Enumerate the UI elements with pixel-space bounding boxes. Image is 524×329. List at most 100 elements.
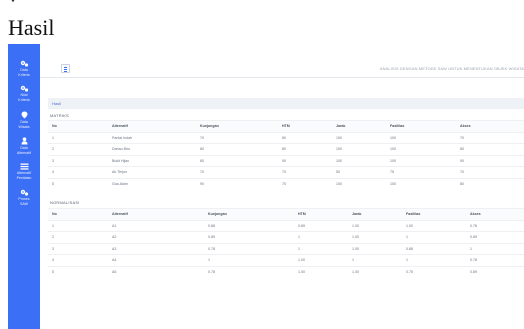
table-cell: 2 (48, 231, 108, 243)
breadcrumb: Hasil (48, 98, 524, 109)
table-cell: 1 (348, 254, 402, 266)
table-cell: 1 (204, 254, 294, 266)
table-cell: 1.00 (348, 231, 402, 243)
table-cell: 0.89 (466, 231, 524, 243)
sidebar-item-data-wisata[interactable]: Data Wisata (8, 111, 40, 129)
hamburger-line (64, 69, 67, 70)
column-header: No (48, 208, 108, 220)
table-cell: 1 (466, 242, 524, 255)
table-cell: 80 (196, 154, 278, 167)
table-row: 2 Danau Biru 80 80 100 100 80 (48, 143, 524, 155)
table-cell: 70 (456, 166, 524, 178)
sidebar-item-label: Kriteria (18, 73, 30, 78)
table-cell: 0.78 (466, 219, 524, 232)
table-cell: 100 (332, 177, 386, 190)
list-icon (20, 163, 28, 170)
table-cell: 1 (294, 231, 348, 243)
table-cell: 70 (196, 131, 278, 144)
table-row: 4 A4 1 1.00 1 1 0.78 (48, 254, 524, 266)
table-cell: 0.78 (466, 254, 524, 266)
sidebar-item-label: Alternatif (16, 151, 32, 156)
table-cell: 1 (48, 131, 108, 144)
breadcrumb-item-hasil[interactable]: Hasil (52, 101, 61, 106)
app-heading: ANALISIS DENGAN METODE SAW UNTUK MENENTU… (379, 66, 524, 71)
gears-icon (20, 85, 28, 92)
table-cell: 3 (48, 154, 108, 167)
app-window: Data Kriteria Nilai Kriteria Data Wisata… (8, 44, 524, 329)
hamburger-line (64, 67, 67, 68)
table-cell: Bukit Hijau (108, 154, 196, 167)
table-cell: 90 (456, 154, 524, 167)
table-cell: 1.00 (294, 265, 348, 278)
sidebar-item-label: Wisata (18, 125, 30, 130)
table-cell: 0.89 (294, 219, 348, 232)
sidebar-item-alternatif-penilaian[interactable]: Alternatif Penilaian (8, 163, 40, 180)
table-cell: 100 (386, 131, 456, 144)
table-cell: 90 (278, 154, 332, 167)
table-cell: 0.88 (402, 242, 466, 255)
column-header: HTM (294, 208, 348, 220)
table-cell: 4 (48, 166, 108, 178)
table-cell: 70 (278, 166, 332, 178)
table-header-row: No Alternatif Kunjungan HTM Jarak Fasili… (48, 120, 524, 132)
table-cell: 50 (332, 166, 386, 178)
sidebar-item-label: Kriteria (18, 98, 30, 103)
sidebar-item-label: Proses (18, 197, 30, 201)
gears-icon (20, 60, 28, 67)
table-cell: 1.00 (348, 219, 402, 232)
top-navbar: ANALISIS DENGAN METODE SAW UNTUK MENENTU… (40, 44, 524, 78)
sidebar-item-proses-saw[interactable]: Proses SAW (8, 189, 40, 206)
table-cell: 0.78 (204, 265, 294, 278)
column-header: Alternatif (108, 120, 196, 132)
map-pin-icon (21, 111, 27, 119)
table-cell: 70 (278, 177, 332, 190)
column-header: Akses (456, 120, 524, 132)
user-icon (21, 137, 27, 145)
table-cell: 100 (332, 154, 386, 167)
column-header: Alternatif (108, 208, 204, 220)
table-row: 3 A3 0.78 1 1.00 0.88 1 (48, 242, 524, 255)
logo-fragment-icon (11, 0, 15, 3)
table-cell: 0.89 (466, 265, 524, 278)
sidebar-item-label: Data (20, 68, 28, 72)
table-cell: 1.00 (294, 254, 348, 266)
figure-caption: Hasil (0, 0, 524, 40)
table-row: 2 A2 0.89 1 1.00 1 0.89 (48, 231, 524, 243)
table-cell: A1 (108, 219, 204, 232)
sidebar-toggle-button[interactable] (61, 64, 70, 73)
column-header: Fasilitas (402, 208, 466, 220)
table-cell: 1 (48, 219, 108, 232)
sidebar-item-data-kriteria[interactable]: Data Kriteria (8, 60, 40, 77)
table-row: 5 A5 0.78 1.00 1.00 0.75 0.89 (48, 265, 524, 278)
table-cell: 90 (196, 177, 278, 190)
table-cell: 0.75 (402, 265, 466, 278)
gears-icon (20, 189, 28, 196)
table-row: 1 Pantai Indah 70 80 100 100 70 (48, 131, 524, 144)
table-cell: 1 (294, 242, 348, 255)
table-cell: 0.78 (204, 242, 294, 255)
table-cell: Goa Alam (108, 177, 196, 190)
table-cell: A3 (108, 242, 204, 255)
table-cell: 80 (456, 143, 524, 155)
sidebar-item-data-alternatif[interactable]: Data Alternatif (8, 137, 40, 155)
table-cell: 100 (332, 143, 386, 155)
column-header: Fasilitas (386, 120, 456, 132)
sidebar-item-nilai-kriteria[interactable]: Nilai Kriteria (8, 85, 40, 102)
table-cell: 0.88 (204, 219, 294, 232)
table-cell: Air Terjun (108, 166, 196, 178)
table-cell: 3 (48, 242, 108, 255)
table-cell: 1.00 (348, 265, 402, 278)
table-cell: A5 (108, 265, 204, 278)
table-cell: 80 (456, 177, 524, 190)
table-cell: 5 (48, 265, 108, 278)
table-cell: 1.00 (402, 219, 466, 232)
table-cell: 80 (278, 143, 332, 155)
column-header: Kunjungan (196, 120, 278, 132)
sidebar-item-label: Nilai (20, 93, 28, 97)
sidebar-item-label: SAW (19, 202, 29, 207)
table-cell: 4 (48, 254, 108, 266)
table-cell: 100 (386, 177, 456, 190)
table-cell: 0.89 (204, 231, 294, 243)
normalization-section-title: NORMALISASI (50, 200, 80, 205)
table-cell: A4 (108, 254, 204, 266)
